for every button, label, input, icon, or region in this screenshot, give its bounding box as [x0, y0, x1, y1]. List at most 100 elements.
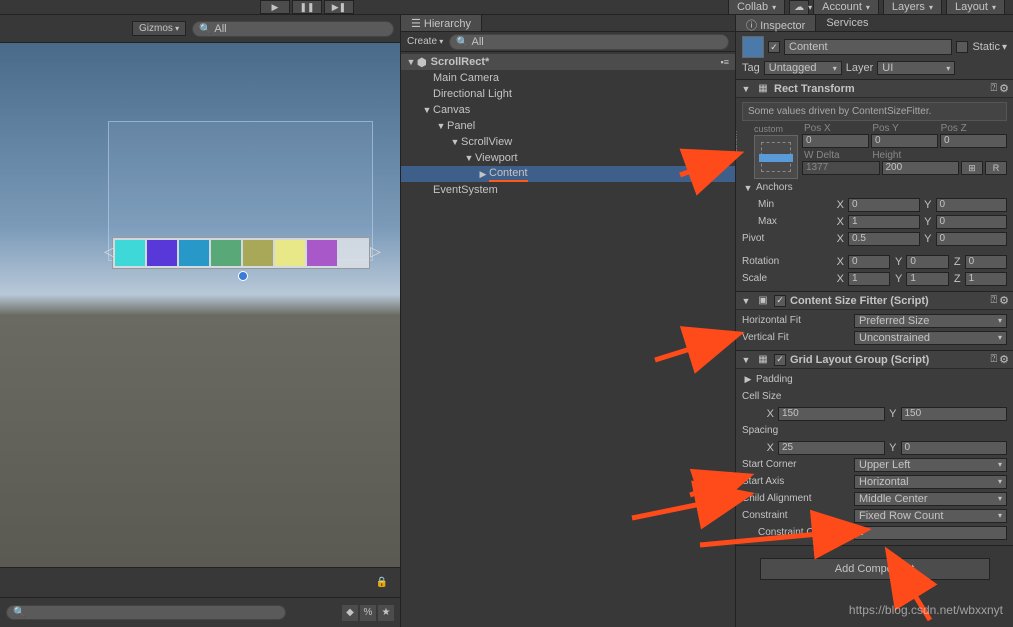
anchor-max-y[interactable]: 0: [936, 215, 1008, 229]
pivot-x[interactable]: 0.5: [848, 232, 920, 246]
gameobject-icon[interactable]: [742, 36, 764, 58]
start-corner-dropdown[interactable]: Upper Left: [854, 458, 1007, 472]
scroll-content-preview: [112, 237, 370, 269]
blueprint-button[interactable]: ⊞: [961, 161, 983, 175]
collab-dropdown[interactable]: Collab: [728, 0, 785, 15]
child-alignment-dropdown[interactable]: Middle Center: [854, 492, 1007, 506]
pivot-y[interactable]: 0: [936, 232, 1008, 246]
footer-icon-1[interactable]: ◆: [342, 605, 358, 621]
component-grid-layout-group: ▼▦ Grid Layout Group (Script) ⍰⚙ ▶Paddin…: [736, 351, 1013, 546]
component-enabled-checkbox[interactable]: [774, 354, 786, 366]
layout-dropdown[interactable]: Layout: [946, 0, 1005, 15]
project-search[interactable]: 🔍: [6, 605, 286, 620]
start-axis-dropdown[interactable]: Horizontal: [854, 475, 1007, 489]
hierarchy-tree: ▼⬢ ScrollRect* ▪≡ Main Camera Directiona…: [401, 52, 735, 627]
tab-inspector[interactable]: ⓘ Inspector: [736, 15, 816, 31]
play-button[interactable]: ▶: [260, 0, 290, 14]
scene-search[interactable]: 🔍 All: [192, 21, 394, 37]
scale-z[interactable]: 1: [965, 272, 1007, 286]
tab-hierarchy[interactable]: ☰ Hierarchy: [401, 15, 482, 31]
pivot-handle[interactable]: [238, 271, 248, 281]
step-button[interactable]: ▶❚: [324, 0, 354, 14]
scene-panel: Gizmos 🔍 All ◁ ▷ 🔒 🔍 ◆: [0, 15, 400, 627]
constraint-dropdown[interactable]: Fixed Row Count: [854, 509, 1007, 523]
rot-y[interactable]: 0: [906, 255, 948, 269]
footer-icon-2[interactable]: %: [360, 605, 376, 621]
lock-icon: 🔒: [376, 577, 388, 588]
anchor-handle-left[interactable]: ◁: [104, 243, 115, 260]
anchor-preset[interactable]: [754, 135, 798, 179]
component-enabled-checkbox[interactable]: [774, 295, 786, 307]
main-toolbar: ▶ ❚❚ ▶❚ Collab ☁ Account Layers Layout: [0, 0, 1013, 15]
constraint-count-field[interactable]: 1: [854, 526, 1007, 540]
anchor-min-x[interactable]: 0: [848, 198, 920, 212]
object-name-field[interactable]: Content: [784, 39, 952, 55]
inspector-panel: ⓘ Inspector Services Content Static ▾ Ta…: [736, 15, 1013, 627]
vertical-fit-dropdown[interactable]: Unconstrained: [854, 331, 1007, 345]
pause-button[interactable]: ❚❚: [292, 0, 322, 14]
component-header[interactable]: ▼▦ Grid Layout Group (Script) ⍰⚙: [736, 351, 1013, 369]
help-icon[interactable]: ⍰: [991, 82, 998, 95]
account-dropdown[interactable]: Account: [813, 0, 879, 15]
gear-icon[interactable]: ⚙: [999, 294, 1009, 307]
static-label[interactable]: Static ▾: [972, 41, 1007, 53]
active-checkbox[interactable]: [768, 41, 780, 53]
driven-info: Some values driven by ContentSizeFitter.: [742, 102, 1007, 121]
tree-item[interactable]: ▼Viewport: [401, 150, 735, 166]
component-content-size-fitter: ▼▣ Content Size Fitter (Script) ⍰⚙ Horiz…: [736, 292, 1013, 351]
spacing-x[interactable]: 25: [778, 441, 885, 455]
inspector-header: Content Static ▾ Tag Untagged Layer UI: [736, 32, 1013, 80]
play-controls: ▶ ❚❚ ▶❚: [260, 0, 354, 14]
pos-z-field[interactable]: 0: [940, 134, 1007, 148]
tree-item[interactable]: Directional Light: [401, 86, 735, 102]
gear-icon[interactable]: ⚙: [999, 82, 1009, 95]
tree-item[interactable]: ▼Panel: [401, 118, 735, 134]
width-field: 1377: [802, 161, 880, 175]
tree-item[interactable]: Main Camera: [401, 70, 735, 86]
anchor-min-y[interactable]: 0: [936, 198, 1008, 212]
footer-icon-3[interactable]: ★: [378, 605, 394, 621]
rect-transform-icon: ▦: [756, 82, 770, 96]
tree-item[interactable]: EventSystem: [401, 182, 735, 198]
cell-y[interactable]: 150: [901, 407, 1008, 421]
scene-view[interactable]: ◁ ▷: [0, 43, 400, 567]
tree-item-selected[interactable]: ▶Content: [401, 166, 735, 182]
scale-x[interactable]: 1: [848, 272, 890, 286]
spacing-y[interactable]: 0: [901, 441, 1008, 455]
cloud-button[interactable]: ☁: [789, 0, 809, 15]
horizontal-fit-dropdown[interactable]: Preferred Size: [854, 314, 1007, 328]
pos-x-field[interactable]: 0: [802, 134, 869, 148]
raw-button[interactable]: R: [985, 161, 1007, 175]
unity-icon: ⬢: [417, 56, 427, 69]
help-icon[interactable]: ⍰: [991, 294, 998, 307]
anchor-handle-right[interactable]: ▷: [370, 243, 381, 260]
watermark: https://blog.csdn.net/wbxxnyt: [849, 603, 1003, 617]
grid-icon: ▦: [756, 353, 770, 367]
component-rect-transform: ▼▦ Rect Transform ⍰⚙ Some values driven …: [736, 80, 1013, 292]
scene-row[interactable]: ▼⬢ ScrollRect* ▪≡: [401, 54, 735, 70]
layer-dropdown[interactable]: UI: [877, 61, 955, 75]
cell-x[interactable]: 150: [778, 407, 885, 421]
add-component-button[interactable]: Add Component: [760, 558, 990, 580]
pos-y-field[interactable]: 0: [871, 134, 938, 148]
create-dropdown[interactable]: Create: [407, 36, 443, 47]
tag-dropdown[interactable]: Untagged: [764, 61, 842, 75]
anchor-max-x[interactable]: 1: [848, 215, 920, 229]
static-checkbox[interactable]: [956, 41, 968, 53]
scale-y[interactable]: 1: [906, 272, 948, 286]
rot-z[interactable]: 0: [965, 255, 1007, 269]
tree-item[interactable]: ▼ScrollView: [401, 134, 735, 150]
gizmos-dropdown[interactable]: Gizmos: [132, 21, 186, 36]
height-field[interactable]: 200: [882, 161, 960, 175]
hierarchy-panel: ☰ Hierarchy Create 🔍 All ▼⬢ ScrollRect* …: [400, 15, 736, 627]
gear-icon[interactable]: ⚙: [999, 353, 1009, 366]
rot-x[interactable]: 0: [848, 255, 890, 269]
script-icon: ▣: [756, 294, 770, 308]
component-header[interactable]: ▼▦ Rect Transform ⍰⚙: [736, 80, 1013, 98]
layers-dropdown[interactable]: Layers: [883, 0, 942, 15]
help-icon[interactable]: ⍰: [991, 353, 998, 366]
tab-services[interactable]: Services: [816, 15, 878, 31]
component-header[interactable]: ▼▣ Content Size Fitter (Script) ⍰⚙: [736, 292, 1013, 310]
hierarchy-search[interactable]: 🔍 All: [449, 34, 729, 50]
tree-item[interactable]: ▼Canvas: [401, 102, 735, 118]
